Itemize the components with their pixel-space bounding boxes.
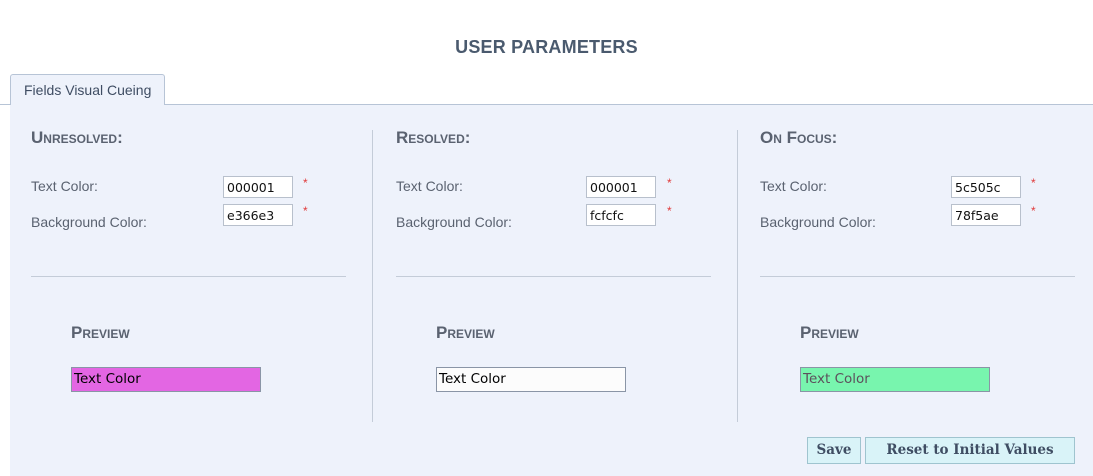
tab-fields-visual-cueing[interactable]: Fields Visual Cueing [10, 74, 166, 106]
on-focus-title: On Focus: [760, 128, 838, 147]
on-focus-text-color-input[interactable] [951, 176, 1021, 198]
on-focus-text-color-label: Text Color: [760, 178, 827, 194]
unresolved-text-color-required: * [303, 176, 308, 190]
resolved-preview-title: Preview [436, 323, 495, 342]
resolved-background-color-required: * [667, 204, 672, 218]
resolved-preview-box: Text Color [436, 367, 626, 392]
on-focus-divider [760, 276, 1075, 277]
unresolved-background-color-label: Background Color: [31, 214, 147, 230]
save-button[interactable]: Save [807, 437, 861, 464]
on-focus-preview-box: Text Color [800, 367, 990, 392]
resolved-text-color-label: Text Color: [396, 178, 463, 194]
unresolved-title: Unresolved: [31, 128, 123, 147]
unresolved-background-color-required: * [303, 204, 308, 218]
on-focus-preview-title: Preview [800, 323, 859, 342]
on-focus-background-color-required: * [1031, 204, 1036, 218]
resolved-background-color-input[interactable] [586, 204, 656, 226]
resolved-title: Resolved: [396, 128, 471, 147]
on-focus-background-color-label: Background Color: [760, 214, 876, 230]
unresolved-section: Unresolved: Text Color: * Background Col… [31, 105, 351, 425]
on-focus-section: On Focus: Text Color: * Background Color… [760, 105, 1080, 425]
on-focus-background-color-input[interactable] [951, 204, 1021, 226]
unresolved-text-color-label: Text Color: [31, 178, 98, 194]
unresolved-background-color-input[interactable] [223, 204, 293, 226]
resolved-text-color-required: * [667, 176, 672, 190]
page-title: USER PARAMETERS [455, 37, 638, 57]
unresolved-preview-title: Preview [71, 323, 130, 342]
resolved-text-color-input[interactable] [586, 176, 656, 198]
column-separator [372, 130, 373, 422]
column-separator [737, 130, 738, 422]
on-focus-text-color-required: * [1031, 176, 1036, 190]
tab-strip: Fields Visual Cueing [0, 73, 1093, 106]
unresolved-text-color-input[interactable] [223, 176, 293, 198]
unresolved-preview-box: Text Color [71, 367, 261, 392]
fields-visual-cueing-panel: Unresolved: Text Color: * Background Col… [10, 105, 1093, 476]
resolved-section: Resolved: Text Color: * Background Color… [396, 105, 716, 425]
resolved-background-color-label: Background Color: [396, 214, 512, 230]
unresolved-divider [31, 276, 346, 277]
reset-to-initial-values-button[interactable]: Reset to Initial Values [865, 437, 1075, 464]
resolved-divider [396, 276, 711, 277]
